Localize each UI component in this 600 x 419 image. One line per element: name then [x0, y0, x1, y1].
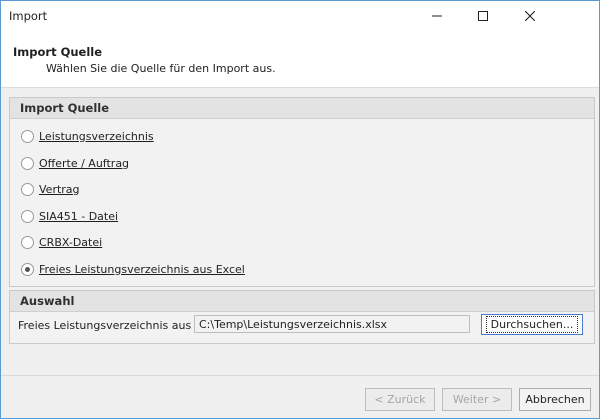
import-source-group: Import Quelle Leistungsverzeichnis Offer… — [9, 97, 595, 287]
file-path-input[interactable] — [194, 315, 470, 333]
radio-leistungsverzeichnis[interactable]: Leistungsverzeichnis — [21, 128, 154, 144]
dialog-footer: < Zurück Weiter > Abbrechen — [1, 375, 599, 419]
wizard-header: Import Quelle Wählen Sie die Quelle für … — [1, 31, 599, 88]
radio-vertrag[interactable]: Vertrag — [21, 181, 80, 197]
radio-label[interactable]: Leistungsverzeichnis — [39, 130, 154, 143]
radio-button-icon[interactable] — [21, 209, 34, 223]
import-dialog: Import Import Quelle Wählen Sie die Quel… — [0, 0, 600, 419]
title-bar: Import — [1, 1, 599, 31]
group-header-import-source: Import Quelle — [10, 98, 594, 119]
maximize-button[interactable] — [460, 1, 506, 31]
maximize-icon — [478, 11, 488, 21]
radio-freies-lv-excel[interactable]: Freies Leistungsverzeichnis aus Excel — [21, 261, 245, 277]
minimize-icon — [432, 15, 442, 17]
group-header-selection: Auswahl — [10, 291, 594, 312]
radio-sia451-datei[interactable]: SIA451 - Datei — [21, 208, 118, 224]
page-subtitle: Wählen Sie die Quelle für den Import aus… — [46, 62, 276, 75]
radio-crbx-datei[interactable]: CRBX-Datei — [21, 234, 102, 250]
close-icon — [525, 11, 535, 21]
selection-group: Auswahl Freies Leistungsverzeichnis aus … — [9, 290, 595, 344]
radio-button-selected-icon[interactable] — [21, 262, 34, 276]
radio-button-icon[interactable] — [21, 129, 34, 143]
cancel-button[interactable]: Abbrechen — [519, 388, 591, 411]
minimize-button[interactable] — [414, 1, 460, 31]
next-button[interactable]: Weiter > — [442, 388, 512, 411]
browse-button[interactable]: Durchsuchen... — [481, 314, 583, 335]
browse-button-label: Durchsuchen... — [485, 316, 579, 333]
back-button[interactable]: < Zurück — [365, 388, 435, 411]
radio-label[interactable]: SIA451 - Datei — [39, 210, 118, 223]
radio-offerte-auftrag[interactable]: Offerte / Auftrag — [21, 155, 129, 171]
radio-button-icon[interactable] — [21, 156, 34, 170]
radio-label[interactable]: Vertrag — [39, 183, 80, 196]
radio-button-icon[interactable] — [21, 235, 34, 249]
close-button[interactable] — [506, 1, 554, 31]
radio-button-icon[interactable] — [21, 182, 34, 196]
file-field-label: Freies Leistungsverzeichnis aus Excel — [18, 319, 224, 332]
radio-label[interactable]: Freies Leistungsverzeichnis aus Excel — [39, 263, 245, 276]
page-title: Import Quelle — [13, 45, 103, 59]
window-title: Import — [9, 9, 48, 23]
radio-label[interactable]: CRBX-Datei — [39, 236, 102, 249]
radio-label[interactable]: Offerte / Auftrag — [39, 157, 129, 170]
